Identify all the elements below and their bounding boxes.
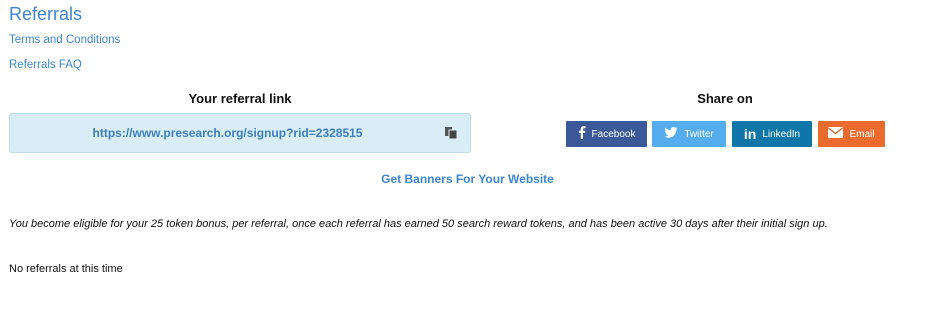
twitter-icon	[664, 127, 678, 141]
referrals-page: Referrals Terms and Conditions Referrals…	[0, 0, 935, 312]
terms-and-conditions-link[interactable]: Terms and Conditions	[9, 33, 120, 47]
share-email-button[interactable]: Email	[818, 121, 885, 147]
empty-state-text: No referrals at this time	[9, 263, 123, 275]
linkedin-icon: in	[743, 126, 757, 142]
share-linkedin-label: LinkedIn	[762, 128, 801, 140]
share-twitter-label: Twitter	[684, 128, 714, 140]
share-twitter-button[interactable]: Twitter	[652, 121, 726, 147]
share-email-label: Email	[849, 128, 875, 140]
referral-link-label: Your referral link	[188, 91, 292, 106]
share-linkedin-button[interactable]: in LinkedIn	[732, 121, 812, 147]
referral-url[interactable]: https://www.presearch.org/signup?rid=232…	[10, 126, 445, 140]
get-banners-link[interactable]: Get Banners For Your Website	[0, 172, 935, 186]
referral-link-box[interactable]: https://www.presearch.org/signup?rid=232…	[9, 113, 471, 153]
share-facebook-button[interactable]: Facebook	[566, 121, 647, 147]
page-title: Referrals	[9, 4, 83, 24]
share-on-label: Share on	[697, 91, 753, 106]
eligibility-note: You become eligible for your 25 token bo…	[9, 218, 828, 230]
email-icon	[828, 127, 844, 141]
share-facebook-label: Facebook	[591, 128, 636, 140]
facebook-icon	[578, 126, 586, 142]
referrals-faq-link[interactable]: Referrals FAQ	[9, 58, 82, 72]
copy-icon[interactable]	[444, 126, 458, 140]
